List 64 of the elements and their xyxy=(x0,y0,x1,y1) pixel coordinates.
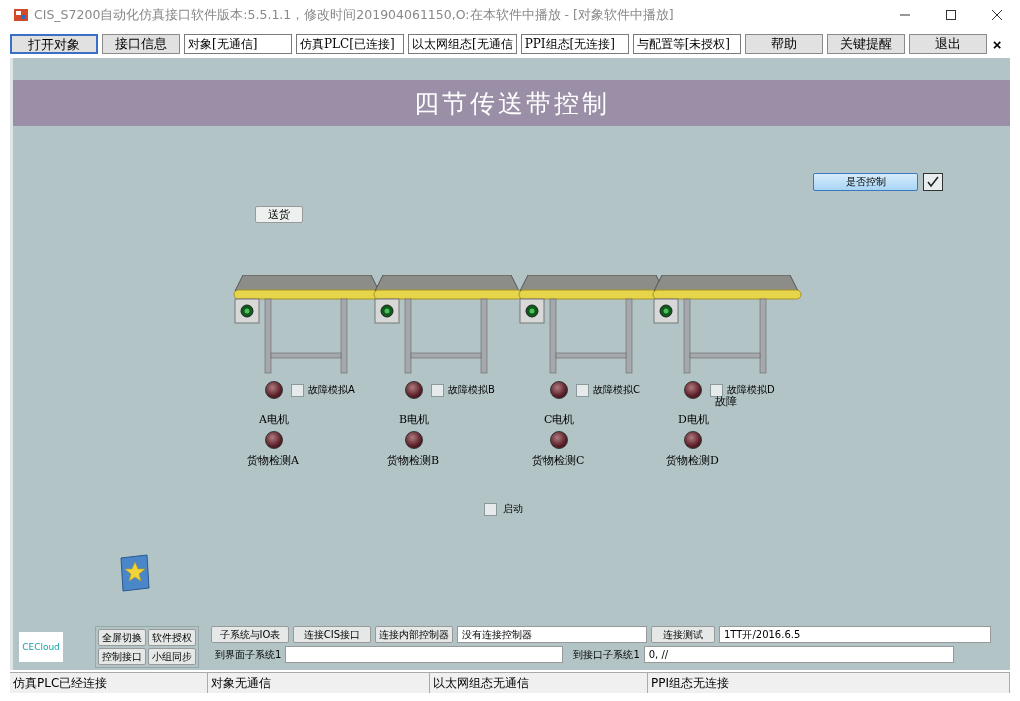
test-button[interactable]: 连接测试 xyxy=(651,626,715,643)
toolbar-button[interactable]: 帮助 xyxy=(744,34,823,54)
toolbar-button[interactable]: 打开对象 xyxy=(10,34,98,54)
field-label: 到界面子系统1 xyxy=(215,647,282,662)
app-icon xyxy=(14,8,28,22)
deliver-button[interactable]: 送货 xyxy=(255,206,303,223)
field-label: 到接口子系统1 xyxy=(573,647,640,662)
test-field: 1TT开/2016.6.5 xyxy=(719,626,991,643)
checkbox[interactable] xyxy=(484,502,497,516)
checkbox[interactable] xyxy=(431,383,444,397)
group-button[interactable]: 小组同步 xyxy=(148,648,196,665)
motor-lamp xyxy=(684,381,702,399)
checkbox-label: 故障模拟B xyxy=(448,383,495,397)
fault-note: 故障 xyxy=(715,395,737,408)
checkbox[interactable] xyxy=(291,383,304,397)
checkbox[interactable] xyxy=(576,383,589,397)
motor-lamp xyxy=(265,381,283,399)
toolbar-button[interactable]: 关键提醒 xyxy=(826,34,905,54)
motor-label: D电机 xyxy=(678,412,710,427)
motor-label: B电机 xyxy=(399,412,431,427)
group-button[interactable]: 控制接口 xyxy=(98,648,146,665)
checkbox-label: 故障模拟C xyxy=(593,383,640,397)
checkbox-label: 启动 xyxy=(503,502,523,516)
action-button[interactable]: 子系统与IO表 xyxy=(211,626,289,643)
group-button[interactable]: 全屏切换 xyxy=(98,629,146,646)
detect-lamp xyxy=(405,431,423,449)
checkbox-label: 故障模拟A xyxy=(308,383,355,397)
status-field: 对象[无通信] xyxy=(184,34,292,54)
motor-label: C电机 xyxy=(544,412,576,427)
detect-lamp xyxy=(550,431,568,449)
panel-title: 四节传送带控制 xyxy=(413,87,610,120)
motor-label: A电机 xyxy=(259,412,290,427)
input-field[interactable] xyxy=(285,646,564,663)
status-field: 仿真PLC[已连接] xyxy=(296,34,404,54)
checkbox-label: 故障模拟D xyxy=(727,383,775,395)
detect-lamp xyxy=(684,431,702,449)
action-button[interactable]: 连接CIS接口 xyxy=(293,626,371,643)
status-cell: 以太网组态无通信 xyxy=(430,673,648,693)
status-cell: PPI组态无连接 xyxy=(648,673,1010,693)
toolbar-button[interactable]: 接口信息 xyxy=(102,34,180,54)
status-field: 以太网组态[无通信 xyxy=(408,34,517,54)
detect-label: 货物检测C xyxy=(532,453,586,468)
status-cell: 对象无通信 xyxy=(208,673,430,693)
detect-label: 货物检测D xyxy=(666,453,720,468)
action-button[interactable]: 连接内部控制器 xyxy=(375,626,453,643)
detect-label: 货物检测A xyxy=(247,453,300,468)
group-button[interactable]: 软件授权 xyxy=(148,629,196,646)
status-field: PPI组态[无连接] xyxy=(520,34,629,54)
detect-lamp xyxy=(265,431,283,449)
motor-lamp xyxy=(550,381,568,399)
checkbox[interactable] xyxy=(710,383,723,397)
star-book-icon xyxy=(119,554,151,592)
connection-field: 没有连接控制器 xyxy=(457,626,647,643)
control-button[interactable]: 是否控制 xyxy=(813,173,918,191)
close-button[interactable]: × xyxy=(990,35,1004,53)
input-field[interactable]: 0, // xyxy=(643,646,954,663)
window-title: CIS_S7200自动化仿真接口软件版本:5.5.1.1，修改时间201904061150,O:在本软件中播放 - [对象软件中播放] xyxy=(34,6,675,24)
logo: CECloud xyxy=(19,632,63,662)
status-cell: 仿真PLC已经连接 xyxy=(10,673,208,693)
toolbar-button[interactable]: 退出 xyxy=(908,34,987,54)
status-field: 与配置等[未授权] xyxy=(632,34,741,54)
motor-lamp xyxy=(405,381,423,399)
detect-label: 货物检测B xyxy=(387,453,441,468)
checkbox[interactable] xyxy=(923,173,943,191)
